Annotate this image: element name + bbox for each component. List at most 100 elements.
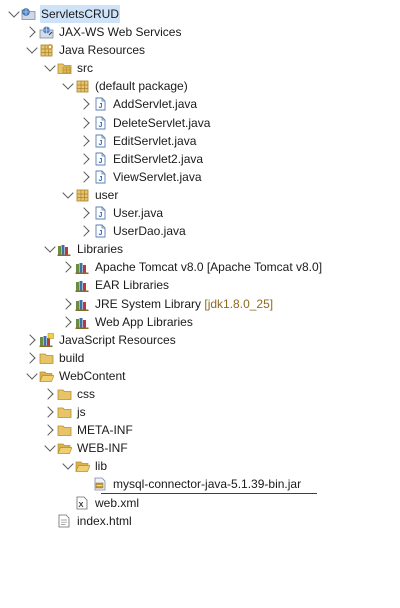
folder-open-icon [57, 441, 73, 455]
tree-node-text: DeleteServlet.java [113, 115, 211, 130]
tree-node-text: web.xml [95, 495, 140, 510]
java-file-icon: J [93, 116, 108, 130]
tree-node-mysql-jar[interactable]: mysql-connector-java-5.1.39-bin.jar [0, 475, 400, 493]
tree-node-label: src [76, 59, 94, 77]
tree-node-javascript-resources[interactable]: JavaScript Resources [0, 331, 400, 349]
tree-node-src[interactable]: src [0, 59, 400, 77]
chevron-down-icon[interactable] [26, 42, 38, 54]
tree-node-user-java[interactable]: J User.java [0, 204, 400, 222]
svg-text:J: J [99, 176, 103, 183]
tree-node-jax-ws[interactable]: JAX-WS Web Services [0, 23, 400, 41]
tree-node-text: Java Resources [59, 43, 146, 58]
xml-file-icon: X [75, 496, 90, 510]
tree-node-addservlet[interactable]: J AddServlet.java [0, 95, 400, 113]
tree-node-webapp-libraries[interactable]: Web App Libraries [0, 313, 400, 331]
chevron-down-icon[interactable] [26, 368, 38, 380]
chevron-down-icon[interactable] [8, 6, 20, 18]
tree-node-css[interactable]: css [0, 385, 400, 403]
tree-node-label: lib [94, 457, 108, 475]
java-file-icon: J [93, 97, 108, 111]
tree-node-tomcat[interactable]: Apache Tomcat v8.0 [Apache Tomcat v8.0] [0, 258, 400, 276]
tree-node-text: build [59, 350, 85, 365]
tree-node-label: WebContent [58, 367, 127, 385]
package-icon [75, 79, 90, 93]
tree-node-label: Web App Libraries [94, 313, 194, 331]
red-underline-annotation [101, 493, 317, 494]
svg-text:J: J [99, 122, 103, 129]
tree-node-build[interactable]: build [0, 349, 400, 367]
tree-node-webcontent[interactable]: WebContent [0, 367, 400, 385]
java-file-icon: J [93, 224, 108, 238]
tree-node-label: AddServlet.java [112, 95, 198, 113]
tree-node-default-package[interactable]: (default package) [0, 77, 400, 95]
js-resources-icon [39, 332, 54, 347]
folder-open-icon [39, 369, 55, 383]
chevron-right-icon[interactable] [24, 334, 36, 346]
chevron-down-icon[interactable] [44, 60, 56, 72]
tree-node-editservlet[interactable]: J EditServlet.java [0, 132, 400, 150]
java-file-icon: J [93, 206, 108, 220]
web-project-icon [21, 7, 36, 21]
chevron-right-icon[interactable] [24, 352, 36, 364]
tree-node-meta-inf[interactable]: META-INF [0, 421, 400, 439]
chevron-right-icon[interactable] [78, 98, 90, 111]
chevron-down-icon[interactable] [44, 241, 56, 253]
chevron-down-icon[interactable] [44, 440, 56, 452]
chevron-right-icon[interactable] [24, 26, 36, 38]
folder-icon [57, 405, 72, 419]
tree-node-servletscrud[interactable]: ServletsCRUD [0, 5, 400, 23]
tree-node-deleteservlet[interactable]: J DeleteServlet.java [0, 114, 400, 132]
tree-node-text: JRE System Library [95, 296, 202, 311]
chevron-right-icon[interactable] [60, 261, 72, 273]
chevron-right-icon[interactable] [78, 225, 90, 237]
tree-node-viewservlet[interactable]: J ViewServlet.java [0, 168, 400, 186]
tree-node-label: JavaScript Resources [58, 331, 177, 349]
tree-node-label: Java Resources [58, 41, 146, 59]
folder-icon [57, 387, 72, 401]
chevron-right-icon[interactable] [78, 134, 90, 147]
library-icon [75, 297, 90, 311]
tree-node-user-package[interactable]: user [0, 186, 400, 204]
tree-node-web-xml[interactable]: Xweb.xml [0, 494, 400, 512]
svg-text:J: J [99, 230, 103, 237]
tree-node-label: mysql-connector-java-5.1.39-bin.jar [112, 475, 302, 493]
chevron-right-icon[interactable] [78, 116, 90, 129]
tree-node-label: EAR Libraries [94, 276, 170, 294]
tree-node-js[interactable]: js [0, 403, 400, 421]
web-services-icon [39, 25, 54, 39]
tree-node-text: WEB-INF [77, 441, 128, 456]
tree-node-text: EditServlet2.java [113, 151, 204, 166]
tree-node-text: Libraries [77, 242, 124, 257]
chevron-right-icon[interactable] [42, 388, 54, 400]
tree-node-jre[interactable]: JRE System Library [jdk1.8.0_25] [0, 295, 400, 313]
tree-node-lib[interactable]: lib [0, 457, 400, 475]
chevron-right-icon[interactable] [42, 406, 54, 418]
tree-node-label: ViewServlet.java [112, 168, 203, 186]
tree-node-label: Apache Tomcat v8.0 [Apache Tomcat v8.0] [94, 258, 323, 276]
tree-node-label: DeleteServlet.java [112, 114, 211, 132]
tree-node-label: JAX-WS Web Services [58, 23, 182, 41]
tree-node-java-resources[interactable]: Java Resources [0, 41, 400, 59]
tree-node-web-inf[interactable]: WEB-INF [0, 439, 400, 457]
chevron-right-icon[interactable] [78, 153, 90, 165]
chevron-right-icon[interactable] [78, 207, 90, 219]
chevron-down-icon[interactable] [62, 78, 74, 91]
chevron-right-icon[interactable] [60, 297, 72, 310]
folder-icon [57, 423, 72, 437]
chevron-right-icon[interactable] [78, 171, 90, 183]
java-file-icon: J [93, 134, 108, 148]
chevron-down-icon[interactable] [62, 187, 74, 199]
tree-node-text: EditServlet.java [113, 133, 197, 148]
tree-node-label: ServletsCRUD [40, 5, 121, 23]
chevron-down-icon[interactable] [62, 458, 74, 471]
tree-node-libraries[interactable]: Libraries [0, 240, 400, 258]
tree-node-text: UserDao.java [113, 224, 186, 239]
tree-node-text: User.java [113, 206, 164, 221]
tree-node-ear-libraries[interactable]: EAR Libraries [0, 276, 400, 294]
chevron-right-icon[interactable] [60, 315, 72, 328]
tree-node-userdao[interactable]: J UserDao.java [0, 222, 400, 240]
chevron-right-icon[interactable] [42, 424, 54, 436]
tree-node-label: UserDao.java [112, 222, 187, 240]
tree-node-index-html[interactable]: index.html [0, 512, 400, 530]
tree-node-editservlet2[interactable]: J EditServlet2.java [0, 150, 400, 168]
